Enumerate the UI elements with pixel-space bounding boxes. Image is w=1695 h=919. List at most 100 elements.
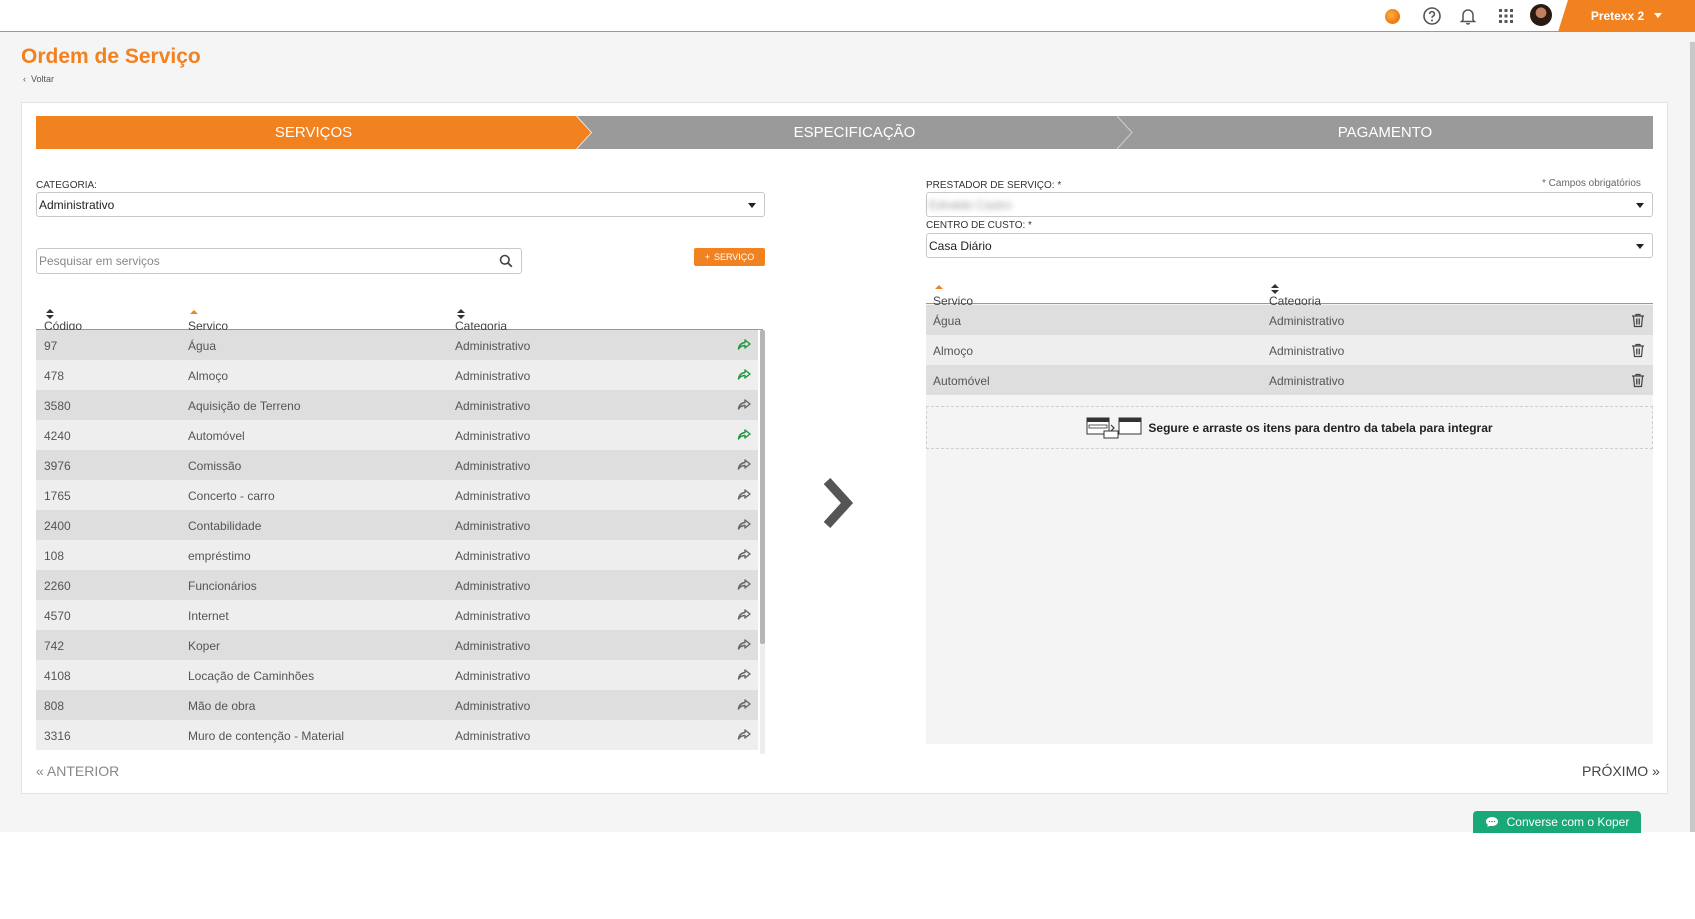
cell-code: 808 — [44, 699, 65, 713]
bell-icon[interactable] — [1457, 5, 1479, 27]
cell-code: 478 — [44, 369, 65, 383]
table-row[interactable]: 4570 Internet Administrativo — [36, 600, 758, 630]
added-share-icon[interactable] — [737, 368, 751, 382]
table-row[interactable]: 3580 Aquisição de Terreno Administrativo — [36, 390, 758, 420]
trash-icon[interactable] — [1631, 313, 1645, 328]
cell-code: 108 — [44, 549, 65, 563]
cell-service: Comissão — [188, 459, 242, 473]
chevron-right-icon — [824, 478, 854, 528]
share-icon[interactable] — [737, 398, 751, 412]
cell-service: Concerto - carro — [188, 489, 275, 503]
user-menu[interactable]: Pretexx 2 — [1558, 0, 1695, 32]
share-icon[interactable] — [737, 668, 751, 682]
chat-bubble-icon — [1485, 817, 1498, 827]
share-icon[interactable] — [737, 578, 751, 592]
table-row[interactable]: 3976 Comissão Administrativo — [36, 450, 758, 480]
cell-service: Automóvel — [188, 429, 245, 443]
cell-code: 3316 — [44, 729, 71, 743]
table-row[interactable]: Automóvel Administrativo — [926, 365, 1653, 395]
search-icon[interactable] — [499, 254, 513, 268]
cell-category: Administrativo — [455, 549, 531, 563]
cell-service: Almoço — [188, 369, 229, 383]
table-row[interactable]: 2260 Funcionários Administrativo — [36, 570, 758, 600]
category-select[interactable]: Administrativo — [36, 192, 765, 217]
apps-grid-icon[interactable] — [1495, 5, 1517, 27]
table-row[interactable]: Água Administrativo — [926, 305, 1653, 335]
status-dot-icon[interactable] — [1385, 9, 1400, 24]
table-row[interactable]: Almoço Administrativo — [926, 335, 1653, 365]
sort-asc-icon — [190, 310, 198, 314]
cell-category: Administrativo — [455, 489, 531, 503]
cell-service: Mão de obra — [188, 699, 256, 713]
previous-button[interactable]: « ANTERIOR — [36, 763, 119, 779]
provider-label: PRESTADOR DE SERVIÇO: * — [926, 180, 1062, 191]
chevron-left-icon: ‹ — [23, 74, 31, 84]
table-row[interactable]: 108 empréstimo Administrativo — [36, 540, 758, 570]
share-icon[interactable] — [737, 458, 751, 472]
next-button[interactable]: PRÓXIMO » — [1582, 763, 1660, 779]
share-icon[interactable] — [737, 698, 751, 712]
cell-category: Administrativo — [455, 669, 531, 683]
back-link[interactable]: ‹ Voltar — [23, 74, 54, 84]
search-input[interactable]: Pesquisar em serviços — [36, 248, 522, 274]
step-specification[interactable]: ESPECIFICAÇÃO — [577, 116, 1132, 149]
table-scrollbar[interactable] — [760, 330, 765, 754]
table-row[interactable]: 97 Água Administrativo — [36, 330, 758, 360]
cost-center-label: CENTRO DE CUSTO: * — [926, 220, 1032, 231]
column-category[interactable]: Categoria — [1269, 282, 1321, 308]
back-label: Voltar — [31, 74, 55, 84]
cell-code: 2400 — [44, 519, 71, 533]
step-separator — [1117, 116, 1133, 149]
column-service[interactable]: Serviço — [933, 282, 973, 308]
cell-category: Administrativo — [455, 699, 531, 713]
table-row[interactable]: 1765 Concerto - carro Administrativo — [36, 480, 758, 510]
step-services[interactable]: SERVIÇOS — [36, 116, 591, 149]
table-row[interactable]: 808 Mão de obra Administrativo — [36, 690, 758, 720]
services-table-header: Código Serviço Categoria — [36, 295, 763, 333]
added-share-icon[interactable] — [737, 428, 751, 442]
required-note: * Campos obrigatórios — [1542, 178, 1641, 189]
avatar[interactable] — [1530, 4, 1552, 26]
sort-asc-icon — [935, 285, 943, 289]
wizard-steps: SERVIÇOS ESPECIFICAÇÃO PAGAMENTO — [36, 116, 1653, 149]
scrollbar-thumb[interactable] — [760, 330, 765, 644]
table-row[interactable]: 478 Almoço Administrativo — [36, 360, 758, 390]
user-name: Pretexx 2 — [1590, 9, 1645, 23]
cost-center-select[interactable]: Casa Diário — [926, 233, 1653, 258]
column-service[interactable]: Serviço — [188, 307, 228, 333]
cell-service: Muro de contenção - Material — [188, 729, 345, 743]
share-icon[interactable] — [737, 638, 751, 652]
chevron-down-icon — [1654, 13, 1663, 18]
caret-down-icon — [1636, 203, 1644, 208]
table-row[interactable]: 742 Koper Administrativo — [36, 630, 758, 660]
caret-down-icon — [1636, 244, 1644, 249]
share-icon[interactable] — [737, 728, 751, 742]
added-share-icon[interactable] — [737, 338, 751, 352]
share-icon[interactable] — [737, 518, 751, 532]
table-row[interactable]: 4240 Automóvel Administrativo — [36, 420, 758, 450]
trash-icon[interactable] — [1631, 343, 1645, 358]
column-code[interactable]: Código — [44, 307, 82, 333]
share-icon[interactable] — [737, 608, 751, 622]
share-icon[interactable] — [737, 548, 751, 562]
cell-code: 97 — [44, 339, 58, 353]
table-row[interactable]: 3316 Muro de contenção - Material Administ… — [36, 720, 758, 750]
share-icon[interactable] — [737, 488, 751, 502]
cell-code: 4108 — [44, 669, 71, 683]
drop-zone[interactable]: Segure e arraste os itens para dentro da… — [926, 406, 1653, 449]
table-row[interactable]: 4108 Locação de Caminhões Administrativo — [36, 660, 758, 690]
cell-code: 3976 — [44, 459, 71, 473]
cell-service: Aquisição de Terreno — [188, 399, 301, 413]
cell-service: Funcionários — [188, 579, 257, 593]
add-service-button[interactable]: + SERVIÇO — [694, 248, 765, 266]
chat-button[interactable]: Converse com o Koper — [1473, 811, 1641, 833]
step-payment[interactable]: PAGAMENTO — [1117, 116, 1653, 149]
page-scrollbar[interactable] — [1690, 42, 1695, 832]
table-row[interactable]: 2400 Contabilidade Administrativo — [36, 510, 758, 540]
help-icon[interactable] — [1421, 5, 1443, 27]
cell-category: Administrativo — [455, 369, 531, 383]
column-category[interactable]: Categoria — [455, 307, 507, 333]
cell-category: Administrativo — [1269, 344, 1345, 358]
provider-select[interactable]: Ednaldo Castro — [926, 192, 1653, 217]
trash-icon[interactable] — [1631, 373, 1645, 388]
